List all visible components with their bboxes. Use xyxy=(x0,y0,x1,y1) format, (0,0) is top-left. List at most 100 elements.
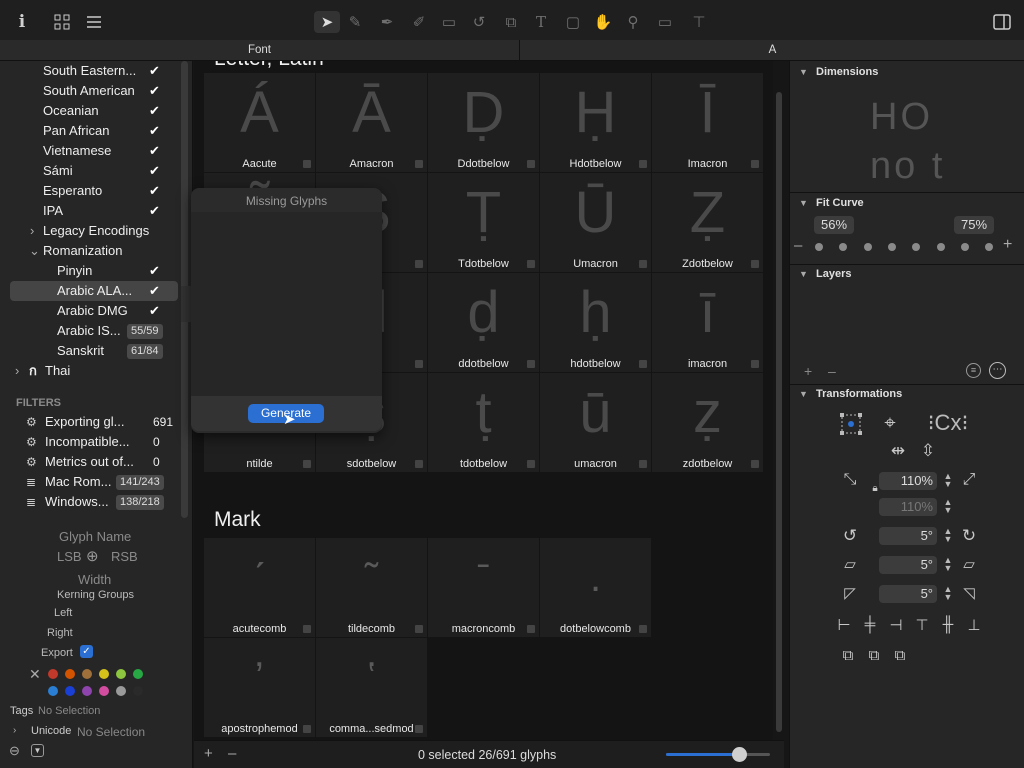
glyph-cell[interactable]: ṭ tdotbelow xyxy=(428,373,539,472)
checkmark-icon[interactable]: ✔ xyxy=(149,101,160,121)
missing-glyphs-list[interactable] xyxy=(191,212,382,396)
dimensions-header[interactable]: ▼ Dimensions xyxy=(790,62,1024,82)
unicode-disclosure-icon[interactable]: › xyxy=(13,725,16,736)
fit-curve-step[interactable] xyxy=(985,243,994,251)
rsb-label[interactable]: RSB xyxy=(111,549,138,564)
sidebar-item[interactable]: Sámi ✔ xyxy=(0,161,180,181)
sidebar-item[interactable]: Sanskrit 61/84 xyxy=(0,341,180,361)
glyph-cell[interactable]: ẓ zdotbelow xyxy=(652,373,763,472)
options-icon[interactable]: ⊖ xyxy=(9,743,20,759)
sidebar-item[interactable]: Arabic ALA... ✔ xyxy=(10,281,178,301)
fit-curve-minus-icon[interactable]: – xyxy=(794,237,802,254)
rotate-cw-icon[interactable]: ↻ xyxy=(959,526,979,546)
sidebar-item[interactable]: Pinyin ✔ xyxy=(0,261,180,281)
measure-tool-icon[interactable]: ▭ xyxy=(654,11,676,33)
fit-curve-step[interactable] xyxy=(960,243,969,251)
lsb-label[interactable]: LSB xyxy=(57,549,82,564)
component-tool-icon[interactable]: ⊤ xyxy=(688,11,710,33)
color-swatch[interactable] xyxy=(82,686,92,696)
glyph-cell[interactable]: Ẓ Zdotbelow xyxy=(652,173,763,272)
glyph-cell[interactable]: ī imacron xyxy=(652,273,763,372)
zoom-slider-knob[interactable] xyxy=(731,747,747,762)
filter-item[interactable]: ⚙ Metrics out of... 0 xyxy=(0,452,180,472)
union-icon[interactable]: ⧉ xyxy=(838,647,858,664)
glyph-cell[interactable]: ḍ ddotbelow xyxy=(428,273,539,372)
sidebar-item[interactable]: Vietnamese ✔ xyxy=(0,141,180,161)
fit-curve-header[interactable]: ▼ Fit Curve xyxy=(790,193,1024,213)
rectangle-tool-icon[interactable]: ▭ xyxy=(438,11,460,33)
slant-right-icon[interactable]: ▱ xyxy=(959,555,979,573)
color-swatch[interactable] xyxy=(133,669,143,679)
fit-curve-step[interactable] xyxy=(887,243,896,251)
tab-font[interactable]: Font xyxy=(0,40,520,61)
glyph-cell[interactable]: Ā Amacron xyxy=(316,73,427,172)
remove-glyph-button[interactable]: – xyxy=(228,745,236,762)
align-bottom-icon[interactable]: ⊥ xyxy=(964,616,984,634)
more-options-icon[interactable]: ⋯ xyxy=(989,362,1006,379)
sidebar-item[interactable]: › Legacy Encodings xyxy=(0,221,180,241)
draw-tool-icon[interactable]: ✎ xyxy=(344,11,366,33)
color-swatch[interactable] xyxy=(99,669,109,679)
slant-stepper[interactable]: ▲ ▼ xyxy=(943,556,953,573)
glyph-cell[interactable]: ˉ macroncomb xyxy=(428,538,539,637)
rotate-field[interactable]: 5° xyxy=(879,527,937,545)
right-group-label[interactable]: Right xyxy=(47,627,73,639)
scale-x-field[interactable]: 110% xyxy=(879,472,937,490)
align-top-icon[interactable]: ⊤ xyxy=(912,616,932,634)
list-view-icon[interactable] xyxy=(82,10,106,34)
align-middle-icon[interactable]: ╫ xyxy=(938,616,958,633)
color-swatch[interactable] xyxy=(99,686,109,696)
chevron-down-icon[interactable]: ⌄ xyxy=(29,241,40,261)
filter-item[interactable]: ⚙ Exporting gl... 691 xyxy=(0,412,180,432)
glyph-cell[interactable]: Ū Umacron xyxy=(540,173,651,272)
grid-scrollbar[interactable] xyxy=(776,92,782,732)
checkmark-icon[interactable]: ✔ xyxy=(149,61,160,81)
rotate-ccw-icon[interactable]: ↺ xyxy=(840,526,860,546)
left-group-label[interactable]: Left xyxy=(54,607,72,619)
sidebar-splitter[interactable] xyxy=(181,286,191,322)
tags-value[interactable]: No Selection xyxy=(38,705,100,717)
subtract-icon[interactable]: ⧉ xyxy=(864,647,884,664)
bounding-box-origin-icon[interactable] xyxy=(840,413,862,439)
scale-tool-icon[interactable]: ⧉ xyxy=(500,11,522,33)
sidebar-item[interactable]: Pan African ✔ xyxy=(0,121,180,141)
slant-field[interactable]: 5° xyxy=(879,556,937,574)
fit-curve-right-value[interactable]: 75% xyxy=(954,216,994,234)
scale-up-icon[interactable]: ⤢ xyxy=(959,471,979,489)
filter-item[interactable]: ≣ Windows... 138/218 xyxy=(0,492,180,512)
align-right-icon[interactable]: ⊣ xyxy=(886,616,906,634)
filter-item[interactable]: ⚙ Incompatible... 0 xyxy=(0,432,180,452)
color-swatch[interactable] xyxy=(116,686,126,696)
dropdown-icon[interactable]: ▼ xyxy=(31,744,44,757)
rotate-tool-icon[interactable]: ↺ xyxy=(468,11,490,33)
glyph-name-label[interactable]: Glyph Name xyxy=(59,529,131,544)
info-icon[interactable]: i xyxy=(10,10,34,34)
skew-right-icon[interactable]: ◹ xyxy=(959,584,979,602)
flip-vertical-icon[interactable]: ⇳ xyxy=(918,441,938,461)
glyph-cell[interactable]: Ḥ Hdotbelow xyxy=(540,73,651,172)
color-swatch[interactable] xyxy=(82,669,92,679)
glyph-cell[interactable]: ḥ hdotbelow xyxy=(540,273,651,372)
color-swatch[interactable] xyxy=(48,686,58,696)
color-swatch[interactable] xyxy=(133,686,143,696)
glyph-cell[interactable]: Á Aacute xyxy=(204,73,315,172)
sidebar-item[interactable]: IPA ✔ xyxy=(0,201,180,221)
color-swatch[interactable] xyxy=(48,669,58,679)
pen-tool-icon[interactable]: ✒ xyxy=(376,11,398,33)
annotation-tool-icon[interactable]: ▢ xyxy=(562,11,584,33)
sidebar-item[interactable]: › ก Thai xyxy=(0,361,180,381)
intersect-icon[interactable]: ⧉ xyxy=(890,647,910,664)
color-swatch[interactable] xyxy=(116,669,126,679)
checkmark-icon[interactable]: ✔ xyxy=(149,281,160,301)
checkmark-icon[interactable]: ✔ xyxy=(149,181,160,201)
brush-tool-icon[interactable]: ✐ xyxy=(408,11,430,33)
add-layer-button[interactable]: + xyxy=(804,363,812,379)
zoom-tool-icon[interactable]: ⚲ xyxy=(622,11,644,33)
glyph-cell[interactable]: ʼ apostrophemod xyxy=(204,638,315,737)
sidebar-item[interactable]: Esperanto ✔ xyxy=(0,181,180,201)
fit-curve-step[interactable] xyxy=(863,243,872,251)
glyph-cell[interactable]: Ṭ Tdotbelow xyxy=(428,173,539,272)
sidebar-item[interactable]: South American ✔ xyxy=(0,81,180,101)
export-checkbox[interactable]: ✓ xyxy=(80,645,93,658)
fit-curve-plus-icon[interactable]: + xyxy=(1003,236,1012,254)
